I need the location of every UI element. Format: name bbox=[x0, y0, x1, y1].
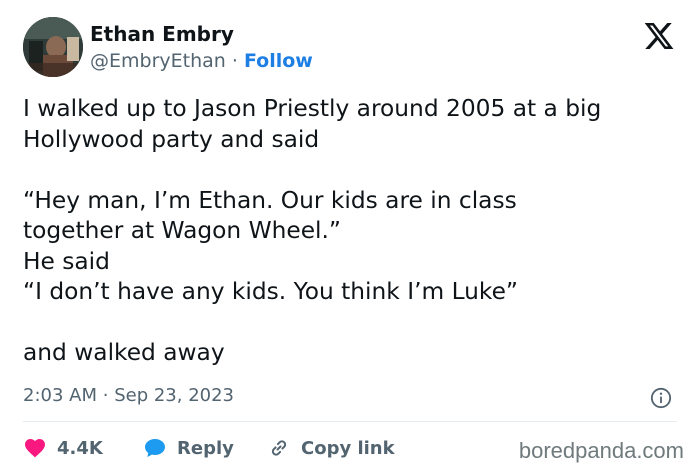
divider bbox=[23, 421, 677, 422]
info-icon[interactable] bbox=[650, 387, 672, 409]
tweet-line: “I don’t have any kids. You think I’m Lu… bbox=[23, 278, 518, 305]
tweet-timestamp[interactable]: 2:03 AM · Sep 23, 2023 bbox=[23, 385, 234, 406]
like-button[interactable]: 4.4K bbox=[23, 436, 103, 460]
tweet-blank-line bbox=[23, 308, 683, 339]
x-logo-icon[interactable] bbox=[642, 20, 676, 52]
tweet-line: I walked up to Jason Priestly around 200… bbox=[23, 95, 602, 122]
tweet-line: He said bbox=[23, 247, 110, 275]
tweet-line: and walked away bbox=[23, 339, 225, 366]
author-handle[interactable]: @EmbryEthan bbox=[90, 50, 226, 72]
tweet-card: Ethan Embry @EmbryEthan · Follow I walke… bbox=[0, 0, 700, 476]
profile-photo-icon bbox=[23, 17, 83, 77]
heart-icon bbox=[25, 439, 45, 458]
watermark: boredpanda.com bbox=[518, 438, 684, 463]
tweet-line: Hollywood party and said bbox=[23, 125, 320, 153]
tweet-line: “Hey man, I’m Ethan. Our kids are in cla… bbox=[23, 186, 517, 214]
follow-button[interactable]: Follow bbox=[244, 50, 313, 72]
reply-button[interactable]: Reply bbox=[143, 436, 234, 460]
timestamp-separator: · bbox=[102, 385, 109, 406]
link-icon bbox=[271, 440, 287, 456]
tweet-date: Sep 23, 2023 bbox=[114, 385, 235, 406]
copy-link-button[interactable]: Copy link bbox=[267, 436, 395, 460]
handle-separator: · bbox=[231, 50, 238, 72]
tweet-blank-line bbox=[23, 155, 683, 186]
like-count: 4.4K bbox=[57, 437, 103, 459]
avatar[interactable] bbox=[23, 17, 83, 77]
tweet-line: together at Wagon Wheel.” bbox=[23, 217, 341, 244]
author-handle-row: @EmbryEthan · Follow bbox=[90, 50, 313, 72]
reply-bubble-icon bbox=[145, 439, 165, 457]
tweet-time: 2:03 AM bbox=[23, 385, 97, 406]
reply-label: Reply bbox=[177, 437, 234, 459]
author-name[interactable]: Ethan Embry bbox=[90, 22, 234, 46]
copy-link-label: Copy link bbox=[301, 437, 395, 459]
tweet-text: I walked up to Jason Priestly around 200… bbox=[23, 94, 683, 369]
